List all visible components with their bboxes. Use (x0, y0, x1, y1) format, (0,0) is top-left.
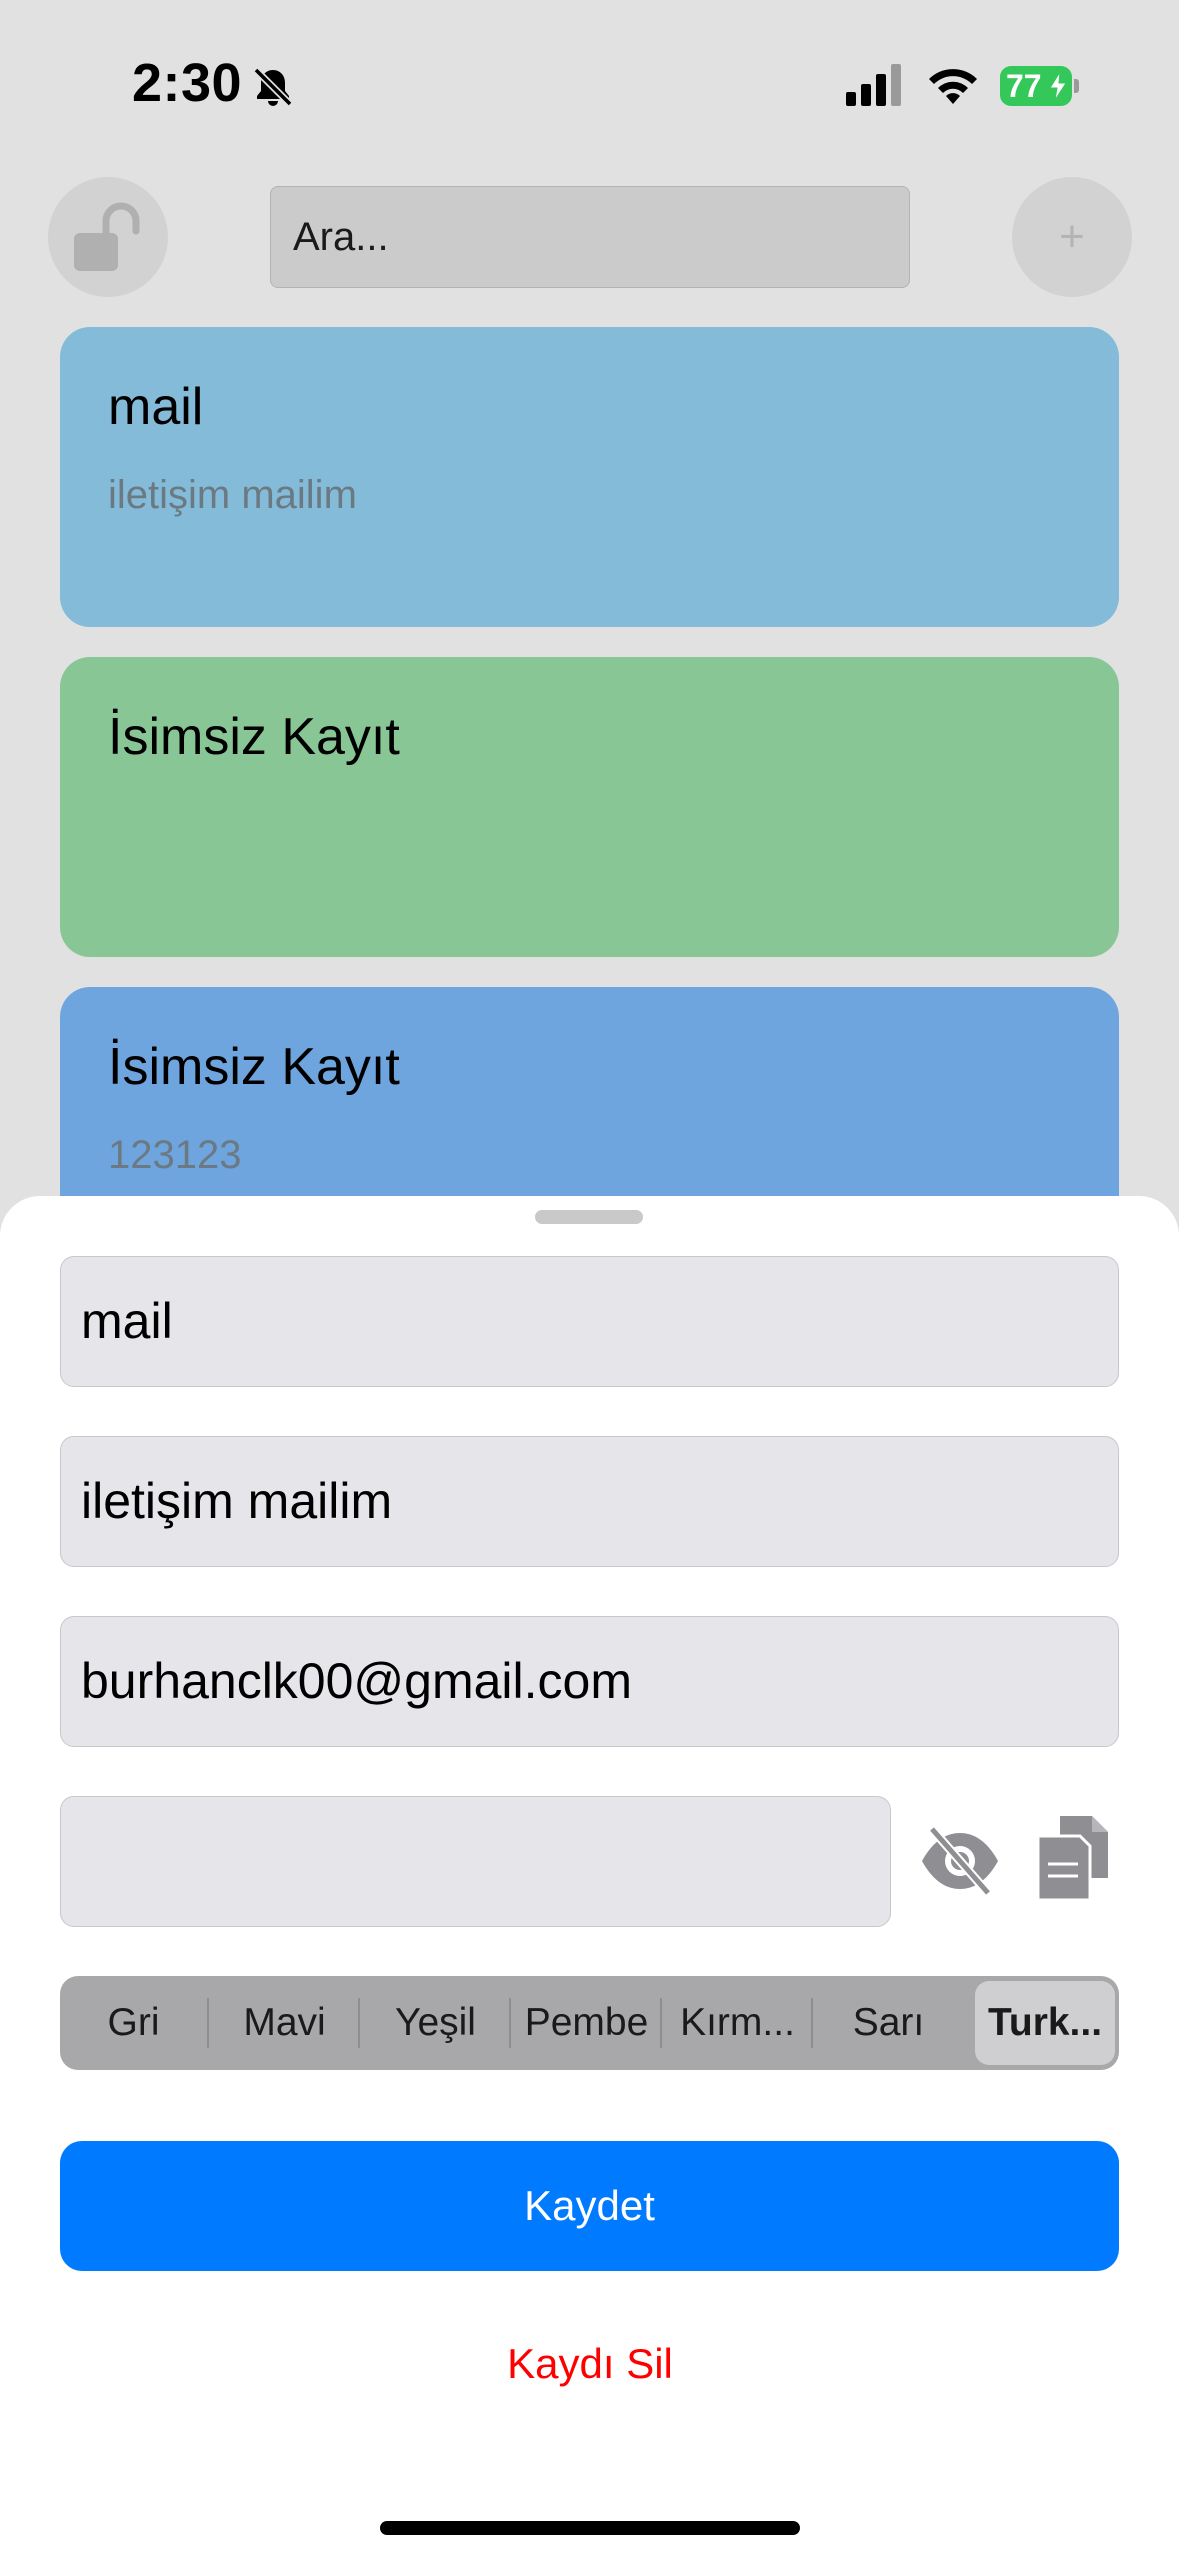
password-field[interactable] (60, 1796, 891, 1927)
sheet-grabber[interactable] (535, 1210, 643, 1224)
bell-slash-icon (253, 67, 293, 107)
record-subtitle: 123123 (108, 1133, 242, 1177)
lock-open-icon (74, 202, 140, 271)
color-option-pembe[interactable]: Pembe (513, 1976, 660, 2070)
record-card[interactable]: İsimsiz Kayıt (60, 657, 1119, 957)
edit-record-sheet: mail iletişim mailim burhanclk00@gmail.c… (0, 1196, 1179, 2556)
record-title: mail (108, 378, 204, 436)
record-card[interactable]: mail iletişim mailim (60, 327, 1119, 627)
wifi-icon (929, 69, 977, 104)
cellular-signal-icon (846, 64, 901, 106)
delete-record-button[interactable]: Kaydı Sil (390, 2324, 790, 2404)
add-record-button[interactable]: + (1012, 177, 1132, 297)
description-field[interactable]: iletişim mailim (60, 1436, 1119, 1567)
plus-icon: + (1059, 212, 1085, 261)
status-bar: 2:30 77 (0, 0, 1179, 170)
color-option-sari[interactable]: Sarı (815, 1976, 962, 2070)
battery-charging-icon: 77 (1000, 66, 1082, 106)
color-option-mavi[interactable]: Mavi (211, 1976, 358, 2070)
eye-slash-icon[interactable] (918, 1823, 1002, 1899)
copy-icon[interactable] (1036, 1814, 1110, 1902)
title-field[interactable]: mail (60, 1256, 1119, 1387)
username-field[interactable]: burhanclk00@gmail.com (60, 1616, 1119, 1747)
color-option-yesil[interactable]: Yeşil (362, 1976, 509, 2070)
status-time: 2:30 (132, 53, 243, 113)
color-option-kirmizi[interactable]: Kırm... (664, 1976, 811, 2070)
charging-bolt-icon (1049, 72, 1067, 100)
battery-level: 77 (1006, 68, 1042, 104)
record-title: İsimsiz Kayıt (108, 1038, 400, 1096)
lock-button[interactable] (48, 177, 168, 297)
record-title: İsimsiz Kayıt (108, 708, 400, 766)
search-input[interactable]: Ara... (270, 186, 910, 288)
home-indicator[interactable] (380, 2521, 800, 2535)
record-subtitle: iletişim mailim (108, 473, 357, 517)
save-button[interactable]: Kaydet (60, 2141, 1119, 2271)
color-option-gri[interactable]: Gri (60, 1976, 207, 2070)
color-option-turkuaz[interactable]: Turk... (975, 1976, 1115, 2070)
color-picker: Gri Mavi Yeşil Pembe Kırm... Sarı Turk..… (60, 1976, 1119, 2070)
